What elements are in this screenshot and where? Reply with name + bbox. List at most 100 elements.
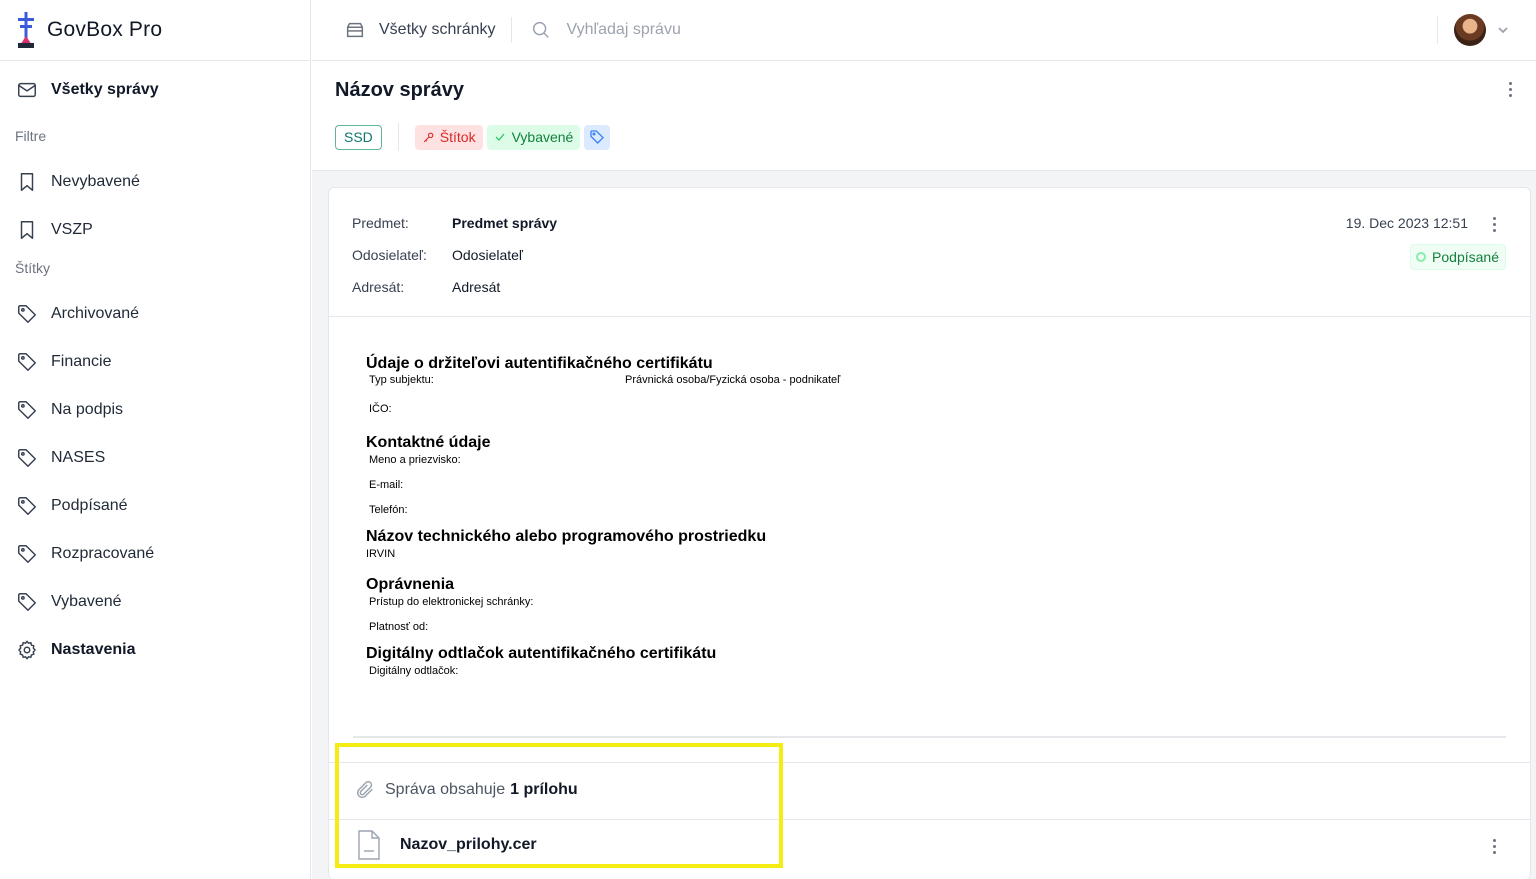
field-value: IRVIN bbox=[366, 548, 396, 560]
tag-icon bbox=[590, 130, 605, 144]
message-tags: SSD Štítok Vybavené bbox=[335, 123, 614, 151]
attachment-item[interactable]: Nazov_prilohy.cer bbox=[356, 829, 537, 861]
sidebar-item-nastavenia[interactable]: Nastavenia bbox=[0, 626, 310, 674]
sidebar-item-label: Podpísané bbox=[51, 497, 128, 514]
search-icon bbox=[533, 21, 550, 38]
attachments-header: Správa obsahuje 1 prílohu bbox=[354, 779, 578, 801]
attachment-menu-button[interactable] bbox=[1484, 836, 1504, 856]
form-row: Typ subjektu: Právnická osoba/Fyzická os… bbox=[366, 374, 1466, 398]
key-icon bbox=[423, 132, 434, 142]
sidebar: GovBox Pro Všetky správy Filtre Nevybave… bbox=[0, 0, 311, 879]
field-label: Platnosť od: bbox=[369, 621, 429, 633]
divider bbox=[329, 762, 1530, 763]
tag-icon bbox=[18, 593, 36, 611]
section-title: Názov technického alebo programového pro… bbox=[366, 528, 767, 545]
message-form-content: Údaje o držiteľovi autentifikačného cert… bbox=[366, 353, 1466, 677]
sidebar-item-vybavene[interactable]: Vybavené bbox=[0, 578, 310, 626]
sidebar-item-label: VSZP bbox=[51, 221, 93, 238]
user-menu[interactable] bbox=[1437, 14, 1536, 46]
meta-sender: Odosielateľ: Odosielateľ bbox=[352, 247, 557, 279]
sidebar-item-label: Archivované bbox=[51, 305, 140, 322]
tag-label: Štítok bbox=[439, 129, 476, 145]
mail-icon bbox=[18, 82, 36, 98]
chevron-down-icon[interactable] bbox=[1496, 23, 1510, 37]
sidebar-item-label: Na podpis bbox=[51, 401, 124, 418]
message-date: 19. Dec 2023 12:51 bbox=[1345, 215, 1468, 231]
message-title: Názov správy bbox=[335, 79, 464, 101]
avatar[interactable] bbox=[1454, 14, 1486, 46]
paperclip-icon bbox=[356, 781, 373, 799]
search-input[interactable] bbox=[566, 21, 967, 39]
all-inboxes-button[interactable]: Všetky schránky bbox=[312, 0, 511, 61]
message-card: Predmet: Predmet správy Odosielateľ: Odo… bbox=[328, 187, 1531, 879]
field-label: Meno a priezvisko: bbox=[369, 454, 461, 466]
sidebar-item-all-messages[interactable]: Všetky správy bbox=[0, 66, 310, 114]
divider bbox=[397, 123, 399, 151]
gear-icon bbox=[18, 640, 36, 660]
all-inboxes-label: Všetky schránky bbox=[379, 21, 496, 38]
section-title: Údaje o držiteľovi autentifikačného cert… bbox=[366, 355, 713, 372]
sidebar-item-label: Nastavenia bbox=[51, 641, 136, 658]
divider bbox=[329, 819, 1530, 820]
file-icon bbox=[358, 830, 380, 860]
attachments-prefix: Správa obsahuje bbox=[385, 781, 506, 798]
message-meta: Predmet: Predmet správy Odosielateľ: Odo… bbox=[352, 215, 557, 311]
sidebar-item-financie[interactable]: Financie bbox=[0, 338, 310, 386]
tag-vybavene[interactable]: Vybavené bbox=[486, 124, 581, 150]
field-label: Digitálny odtlačok: bbox=[369, 665, 459, 677]
field-label: Telefón: bbox=[369, 504, 408, 516]
attachments-count: 1 prílohu bbox=[510, 781, 578, 798]
tag-icon bbox=[18, 545, 36, 563]
message-menu-button[interactable] bbox=[1500, 79, 1520, 99]
bookmark-icon bbox=[20, 221, 34, 239]
field-label: Typ subjektu: bbox=[369, 374, 434, 386]
divider bbox=[353, 736, 1506, 738]
tag-icon bbox=[18, 449, 36, 467]
sender-value: Odosielateľ bbox=[452, 247, 524, 263]
form-row: Meno a priezvisko: bbox=[366, 454, 1466, 479]
sidebar-item-vszp[interactable]: VSZP bbox=[0, 206, 310, 254]
tag-label: Vybavené bbox=[511, 129, 574, 145]
sidebar-item-label: Všetky správy bbox=[51, 81, 159, 98]
sidebar-item-nevybavene[interactable]: Nevybavené bbox=[0, 158, 310, 206]
recipient-label: Adresát: bbox=[352, 279, 405, 295]
sidebar-item-rozpracovane[interactable]: Rozpracované bbox=[0, 530, 310, 578]
section-title: Kontaktné údaje bbox=[366, 434, 491, 451]
message-options-button[interactable] bbox=[1484, 214, 1504, 234]
section-title: Oprávnenia bbox=[366, 576, 455, 593]
field-label: IČO: bbox=[369, 403, 392, 415]
inbox-icon bbox=[346, 22, 364, 38]
signed-label: Podpísané bbox=[1432, 249, 1499, 265]
meta-recipient: Adresát: Adresát bbox=[352, 279, 557, 311]
sidebar-item-label: Financie bbox=[51, 353, 112, 370]
tag-ssd[interactable]: SSD bbox=[335, 124, 382, 150]
tag-icon bbox=[18, 305, 36, 323]
field-label: Prístup do elektronickej schránky: bbox=[369, 596, 534, 608]
form-row: Digitálny odtlačok: bbox=[366, 665, 1466, 677]
form-row: Prístup do elektronickej schránky: bbox=[366, 596, 1466, 621]
sidebar-item-label: Rozpracované bbox=[51, 545, 155, 562]
sidebar-item-archivovane[interactable]: Archivované bbox=[0, 290, 310, 338]
attachment-file-name[interactable]: Nazov_prilohy.cer bbox=[400, 836, 537, 854]
tag-icon bbox=[18, 497, 36, 515]
topbar: Všetky schránky bbox=[312, 0, 1536, 61]
sidebar-item-nases[interactable]: NASES bbox=[0, 434, 310, 482]
check-icon bbox=[495, 133, 505, 141]
sidebar-item-na-podpis[interactable]: Na podpis bbox=[0, 386, 310, 434]
recipient-value: Adresát bbox=[452, 279, 501, 295]
sidebar-item-label: Nevybavené bbox=[51, 173, 140, 190]
tags-heading: Štítky bbox=[15, 260, 51, 276]
form-row: Platnosť od: bbox=[366, 621, 1466, 643]
app-logo[interactable]: GovBox Pro bbox=[0, 0, 310, 61]
section-title: Digitálny odtlačok autentifikačného cert… bbox=[366, 645, 717, 662]
sender-label: Odosielateľ: bbox=[352, 247, 427, 263]
app-name: GovBox Pro bbox=[47, 18, 163, 41]
filters-heading: Filtre bbox=[15, 128, 47, 144]
signed-badge: Podpísané bbox=[1410, 244, 1506, 270]
tag-stitok[interactable]: Štítok bbox=[414, 124, 483, 150]
tag-icon bbox=[18, 353, 36, 371]
add-tag-button[interactable] bbox=[584, 124, 611, 150]
sidebar-item-podpisane[interactable]: Podpísané bbox=[0, 482, 310, 530]
form-row: E-mail: bbox=[366, 479, 1466, 504]
subject-value: Predmet správy bbox=[452, 215, 558, 231]
